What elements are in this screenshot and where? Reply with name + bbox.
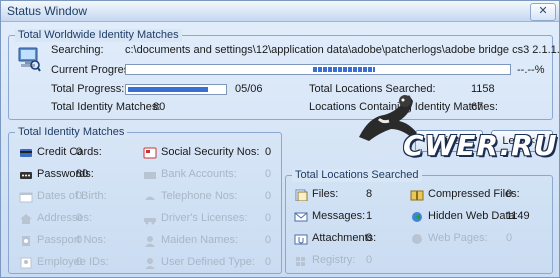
item-value: 0 bbox=[76, 190, 83, 202]
total-identity-matches-label: Total Identity Matches: bbox=[51, 101, 161, 113]
address-icon bbox=[19, 213, 33, 225]
passport-icon bbox=[19, 235, 33, 247]
person-icon bbox=[143, 235, 157, 247]
worldwide-group-label: Total Worldwide Identity Matches bbox=[15, 29, 182, 42]
web-pages-icon bbox=[410, 233, 424, 245]
item-value: 0 bbox=[265, 190, 272, 202]
total-locations-searched-value: 1158 bbox=[471, 83, 495, 95]
item-value: 0 bbox=[265, 256, 272, 268]
item-value: 0 bbox=[76, 256, 83, 268]
item-value: 0 bbox=[506, 188, 513, 200]
ssn-card-icon bbox=[143, 147, 157, 159]
item-value: 0 bbox=[265, 212, 272, 224]
password-icon bbox=[19, 169, 33, 181]
car-icon bbox=[143, 213, 157, 225]
item-label: Dates of Birth: bbox=[37, 190, 107, 202]
searching-path: c:\documents and settings\12\application… bbox=[125, 44, 560, 56]
searching-label: Searching: bbox=[51, 44, 104, 56]
cwer-watermark: CWER.RU bbox=[403, 129, 558, 162]
messages-icon bbox=[294, 211, 308, 223]
calendar-icon bbox=[19, 191, 33, 203]
total-progress-value: 05/06 bbox=[235, 83, 263, 95]
item-value: 80 bbox=[76, 168, 89, 180]
item-value: 0 bbox=[366, 254, 373, 266]
locations-searched-group: Total Locations Searched Files: 8 Compress… bbox=[285, 169, 553, 274]
locations-containing-value: 67 bbox=[471, 101, 484, 113]
item-label: Messages: bbox=[312, 210, 366, 222]
item-label: Telephone Nos: bbox=[161, 190, 238, 202]
total-identity-matches-value: 80 bbox=[153, 101, 166, 113]
item-value: 0 bbox=[506, 232, 513, 244]
current-progress-marquee bbox=[313, 67, 375, 72]
item-label: Files: bbox=[312, 188, 339, 200]
close-button[interactable]: ✕ bbox=[530, 3, 556, 21]
item-label: Driver's Licenses: bbox=[161, 212, 248, 224]
item-value: 0 bbox=[366, 232, 373, 244]
title-bar: Status Window ✕ bbox=[1, 1, 559, 22]
item-label: Passport Nos: bbox=[37, 234, 107, 246]
item-label: Maiden Names: bbox=[161, 234, 239, 246]
item-label: Bank Accounts: bbox=[161, 168, 237, 180]
status-window: Status Window ✕ Total Worldwide Identity… bbox=[0, 0, 560, 278]
item-label: Addresses: bbox=[37, 212, 93, 224]
registry-icon bbox=[294, 255, 308, 267]
bank-icon bbox=[143, 169, 157, 181]
item-label: Registry: bbox=[312, 254, 356, 266]
item-label: Social Security Nos: bbox=[161, 146, 260, 158]
item-label: Employee IDs: bbox=[37, 256, 109, 268]
current-progress-percent: --.--% bbox=[517, 64, 545, 76]
item-value: 0 bbox=[265, 168, 272, 180]
item-value: 0 bbox=[76, 146, 83, 158]
item-label: Credit Cards: bbox=[37, 146, 102, 158]
files-icon bbox=[294, 189, 308, 202]
item-value: 0 bbox=[76, 234, 83, 246]
item-label: Hidden Web Data: bbox=[428, 210, 518, 222]
item-value: 1149 bbox=[506, 210, 530, 222]
telephone-icon bbox=[143, 191, 157, 203]
globe-icon bbox=[410, 211, 424, 223]
item-value: 8 bbox=[366, 188, 373, 200]
credit-card-icon bbox=[19, 147, 33, 159]
total-progress-bar bbox=[125, 84, 227, 95]
item-value: 0 bbox=[76, 212, 83, 224]
identity-matches-group: Total Identity Matches Credit Cards: 0 Soc… bbox=[8, 126, 282, 274]
window-title: Status Window bbox=[7, 4, 88, 18]
item-label: User Defined Type: bbox=[161, 256, 255, 268]
employee-icon bbox=[19, 257, 33, 269]
worldwide-matches-group: Total Worldwide Identity Matches Searchi… bbox=[8, 29, 560, 120]
locations-group-label: Total Locations Searched bbox=[292, 169, 422, 182]
computer-search-icon bbox=[18, 47, 41, 72]
compressed-files-icon bbox=[410, 189, 424, 201]
attachment-icon bbox=[294, 233, 308, 245]
item-value: 0 bbox=[265, 146, 272, 158]
total-progress-fill bbox=[128, 87, 208, 92]
item-label: Web Pages: bbox=[428, 232, 488, 244]
current-progress-bar bbox=[125, 64, 511, 75]
user-defined-icon bbox=[143, 257, 157, 269]
identity-group-label: Total Identity Matches bbox=[15, 126, 128, 139]
item-value: 0 bbox=[265, 234, 272, 246]
total-progress-label: Total Progress: bbox=[51, 83, 125, 95]
item-value: 1 bbox=[366, 210, 373, 222]
